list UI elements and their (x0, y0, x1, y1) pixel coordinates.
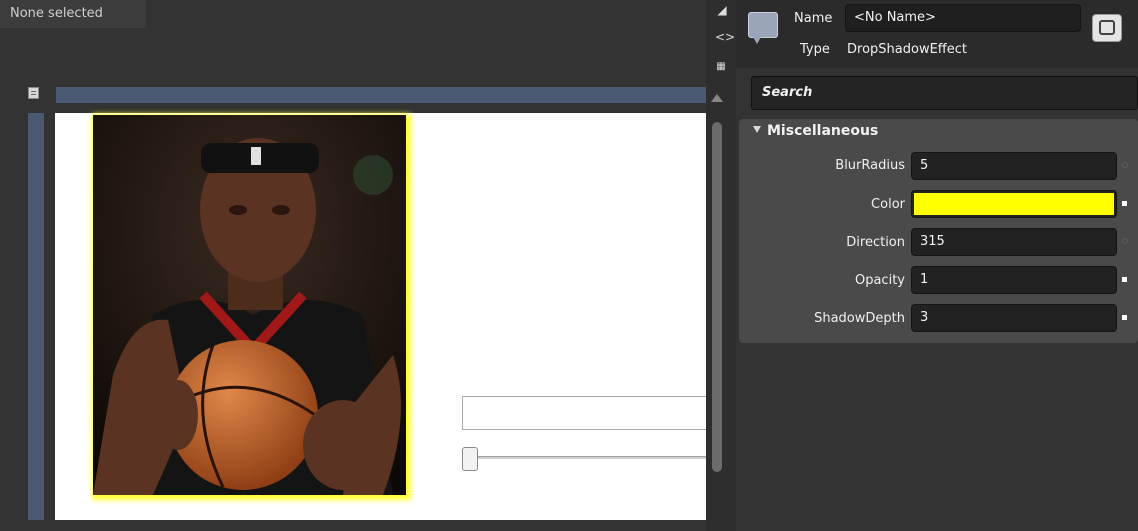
property-value-shadowdepth[interactable]: 3 (911, 304, 1117, 332)
name-field[interactable]: <No Name> (845, 4, 1081, 32)
category-miscellaneous: Miscellaneous BlurRadius 5 Color Directi… (739, 119, 1138, 343)
property-label-color: Color (871, 197, 905, 212)
design-surface: None selected (0, 0, 706, 531)
search-input[interactable]: Search (751, 76, 1138, 110)
events-icon (1099, 20, 1115, 35)
text-input[interactable] (462, 396, 706, 430)
selection-label: None selected (0, 0, 146, 28)
property-label-direction: Direction (846, 235, 905, 250)
name-label: Name (794, 11, 833, 26)
document-icon[interactable] (28, 87, 39, 99)
collapse-arrow-icon[interactable] (753, 126, 761, 133)
property-value-opacity[interactable]: 1 (911, 266, 1117, 294)
advanced-options-icon[interactable] (1122, 315, 1127, 320)
type-value: DropShadowEffect (847, 42, 967, 57)
property-value-direction[interactable]: 315 (911, 228, 1117, 256)
properties-panel: Name <No Name> Type DropShadowEffect Sea… (736, 0, 1138, 531)
scroll-up-arrow[interactable] (711, 94, 723, 102)
category-title: Miscellaneous (767, 123, 879, 139)
property-label-opacity: Opacity (854, 273, 905, 288)
slider-track[interactable] (470, 456, 706, 459)
vertical-scrollbar[interactable] (712, 122, 722, 472)
advanced-options-icon[interactable] (1122, 277, 1127, 282)
slider-thumb[interactable] (462, 447, 478, 471)
app-window: None selected ◢ <> ▦ Name <No Name> Type… (0, 0, 1138, 531)
advanced-options-icon[interactable] (1122, 162, 1128, 168)
properties-header: Name <No Name> Type DropShadowEffect (736, 0, 1138, 68)
player-photo[interactable] (93, 115, 406, 495)
photo-image (93, 115, 406, 495)
object-type-icon (748, 12, 778, 44)
category-header[interactable]: Miscellaneous (753, 123, 878, 139)
color-swatch[interactable] (914, 193, 1114, 215)
xaml-view-icon[interactable]: <> (715, 30, 735, 44)
property-label-blurradius: BlurRadius (835, 158, 905, 173)
property-value-blurradius[interactable]: 5 (911, 152, 1117, 180)
advanced-options-icon[interactable] (1122, 238, 1128, 244)
property-value-color[interactable] (911, 190, 1117, 218)
design-view-icon[interactable]: ◢ (715, 3, 729, 17)
ruler-vertical (28, 113, 44, 520)
split-view-icon[interactable]: ▦ (711, 60, 731, 74)
advanced-options-icon[interactable] (1122, 201, 1127, 206)
type-label: Type (800, 42, 830, 57)
ruler-horizontal (56, 87, 706, 103)
events-button[interactable] (1092, 14, 1122, 42)
property-label-shadowdepth: ShadowDepth (814, 311, 905, 326)
